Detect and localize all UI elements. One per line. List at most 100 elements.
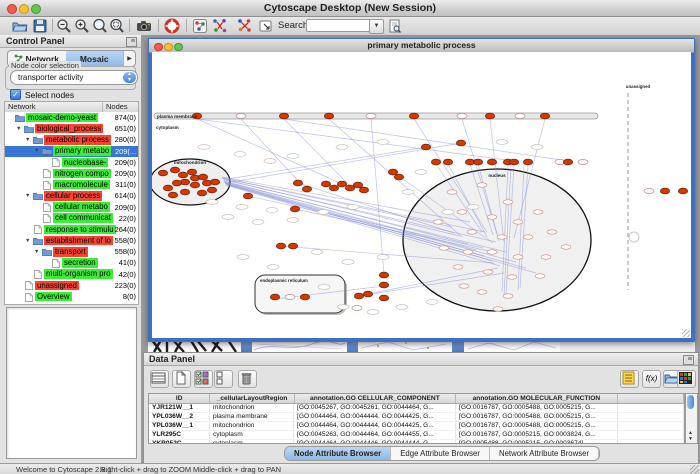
node[interactable] <box>497 235 507 239</box>
tree-row[interactable]: cellular metabo209(0) <box>5 202 138 213</box>
unselect-attributes-icon[interactable] <box>214 370 233 388</box>
tree-row[interactable]: Overview8(0) <box>5 291 138 302</box>
node-label[interactable] <box>237 255 249 260</box>
node-label[interactable] <box>377 140 389 145</box>
resize-grip[interactable] <box>682 329 690 337</box>
zoom-selected-icon[interactable] <box>109 18 125 34</box>
node[interactable] <box>507 275 517 279</box>
matrix-icon[interactable] <box>677 370 696 388</box>
node[interactable] <box>431 159 440 165</box>
tree-row[interactable]: ▼primary metabo209(... <box>5 146 138 157</box>
column-header[interactable]: annotation.GO MOLECULAR_FUNCTION <box>456 394 617 403</box>
node[interactable] <box>180 189 189 195</box>
node-label[interactable] <box>317 210 329 215</box>
node[interactable] <box>513 220 523 224</box>
node-label[interactable] <box>266 208 278 213</box>
tree-row[interactable]: unassigned223(0) <box>5 280 138 291</box>
node[interactable] <box>477 183 487 187</box>
tab-edge-attribute-browser[interactable]: Edge Attribute Browser <box>391 447 490 460</box>
node[interactable] <box>285 294 295 299</box>
node[interactable] <box>421 144 430 150</box>
node[interactable] <box>207 187 216 193</box>
layout-alt-icon[interactable] <box>237 18 253 34</box>
node-label[interactable] <box>206 200 218 205</box>
node[interactable] <box>477 290 487 294</box>
node[interactable] <box>678 188 687 194</box>
zoom-fit-icon[interactable] <box>92 18 108 34</box>
node[interactable] <box>300 294 309 300</box>
snapshot-icon[interactable] <box>136 18 152 34</box>
node[interactable] <box>523 235 533 239</box>
node[interactable] <box>523 159 532 165</box>
expand-arrow-icon[interactable]: ▼ <box>16 126 21 132</box>
table-row[interactable]: YPL036W__1mitochondrion[GO:0044464, GO:0… <box>149 422 684 431</box>
scroll-down-icon[interactable]: ▼ <box>686 436 695 442</box>
node-label[interactable] <box>198 145 210 150</box>
node[interactable] <box>321 181 330 187</box>
node[interactable] <box>453 265 463 269</box>
window-titlebar[interactable]: Cytoscape Desktop (New Session) <box>0 0 700 17</box>
node[interactable] <box>503 294 513 298</box>
node[interactable] <box>270 294 279 300</box>
node-label[interactable] <box>264 159 276 164</box>
node[interactable] <box>439 246 449 250</box>
node[interactable] <box>187 169 196 175</box>
node[interactable] <box>352 305 362 310</box>
scrollbar-thumb[interactable] <box>687 395 694 409</box>
table-row[interactable]: YKR052Ccytoplasm[GO:0044464, GO:0044446,… <box>149 440 684 444</box>
attribute-list-icon[interactable] <box>620 370 639 388</box>
node[interactable] <box>276 243 285 249</box>
node[interactable] <box>485 113 494 119</box>
node[interactable] <box>379 282 388 288</box>
zoom-in-icon[interactable] <box>74 18 90 34</box>
node-label[interactable] <box>415 170 427 175</box>
node[interactable] <box>353 182 362 188</box>
node[interactable] <box>366 113 376 118</box>
node[interactable] <box>541 255 551 259</box>
node[interactable] <box>359 187 368 193</box>
attribute-table[interactable]: ID_cellularLayoutRegionannotation.GO CEL… <box>148 393 685 444</box>
node-label[interactable] <box>367 310 379 315</box>
node[interactable] <box>473 159 482 165</box>
open-file-icon[interactable] <box>12 18 28 34</box>
node-label[interactable] <box>347 205 359 210</box>
node-label[interactable] <box>337 305 349 310</box>
node-label[interactable] <box>496 140 508 145</box>
node-label[interactable] <box>336 145 348 150</box>
vizmapper-icon[interactable] <box>192 18 208 34</box>
node[interactable] <box>354 293 363 299</box>
node[interactable] <box>243 193 252 199</box>
help-icon[interactable] <box>164 18 180 34</box>
node-label[interactable] <box>396 305 408 310</box>
node[interactable] <box>660 188 669 194</box>
node[interactable] <box>456 140 465 146</box>
node[interactable] <box>535 274 545 278</box>
tab-network-attribute-browser[interactable]: Network Attribute Browser <box>490 447 599 460</box>
node[interactable] <box>487 159 496 165</box>
node[interactable] <box>168 192 177 198</box>
node-label[interactable] <box>222 215 234 220</box>
network-canvas[interactable]: plasma membranecytoplasmmitochondrionnuc… <box>152 52 691 338</box>
node-label[interactable] <box>442 210 454 215</box>
node-label[interactable] <box>267 265 279 270</box>
node[interactable] <box>513 255 523 259</box>
float-panel-icon[interactable] <box>683 355 694 365</box>
node[interactable] <box>190 182 199 188</box>
zoom-out-icon[interactable] <box>56 18 72 34</box>
tree-row[interactable]: macromolecule311(0) <box>5 179 138 190</box>
node[interactable] <box>158 170 167 176</box>
node-label[interactable] <box>287 218 299 223</box>
node[interactable] <box>433 220 443 224</box>
expand-arrow-icon[interactable]: ▼ <box>34 148 39 154</box>
expand-arrow-icon[interactable]: ▼ <box>34 249 39 255</box>
delete-attribute-icon[interactable] <box>238 370 257 388</box>
node[interactable] <box>578 159 588 164</box>
node[interactable] <box>447 190 457 194</box>
node-label[interactable] <box>234 152 246 157</box>
node[interactable] <box>509 159 518 165</box>
select-nodes-checkbox[interactable]: ✓ <box>10 89 21 100</box>
node[interactable] <box>210 179 219 185</box>
node-label[interactable] <box>342 260 354 265</box>
search-dropdown[interactable]: ▼ <box>369 19 384 34</box>
column-header[interactable]: annotation.GO CELLULAR_COMPONENT <box>295 394 456 403</box>
